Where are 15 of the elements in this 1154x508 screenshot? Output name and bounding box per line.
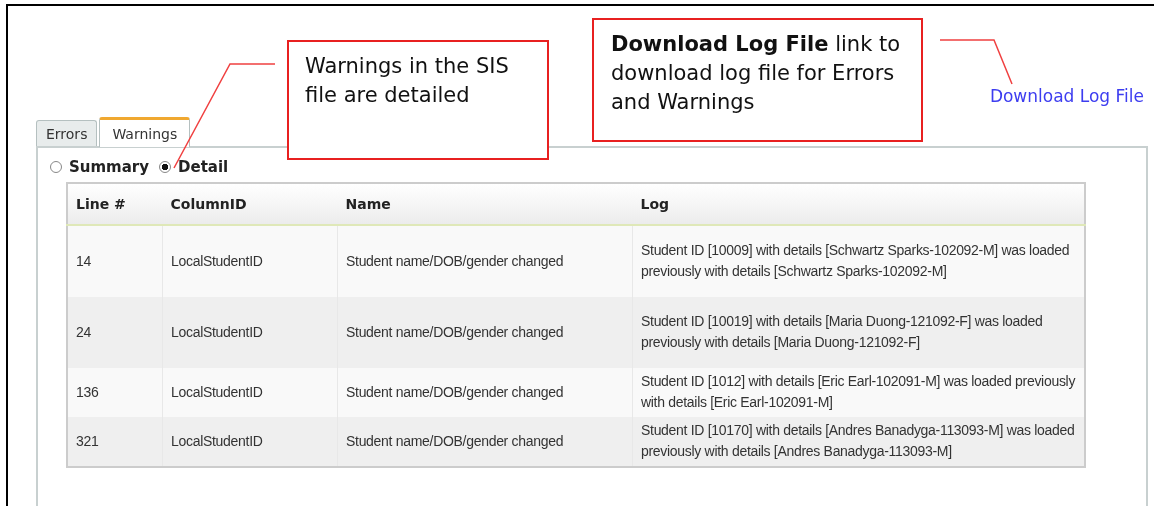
table-cell: Student name/DOB/gender changed xyxy=(337,417,633,467)
column-header: Line # xyxy=(67,183,163,225)
tab[interactable]: Warnings xyxy=(99,117,191,147)
callout-note: Warnings in the SIS file are detailed xyxy=(287,40,549,160)
table-cell: LocalStudentID xyxy=(162,417,338,467)
callout-note: Download Log File link to download log file for Errors and Warnings xyxy=(592,18,923,142)
table-cell: 321 xyxy=(67,417,163,467)
radio-label: Summary xyxy=(69,158,150,176)
column-header: Log xyxy=(632,183,1085,225)
tab[interactable]: Errors xyxy=(36,120,98,146)
column-header: ColumnID xyxy=(162,183,338,225)
column-header: Name xyxy=(337,183,633,225)
table-cell: Student ID [10170] with details [Andres Banadyga-113093-M] was loaded previously with details [Andres Banadyga-113093-M] xyxy=(632,417,1085,467)
download-link[interactable]: Download Log File xyxy=(989,86,1144,110)
radio-label: Detail xyxy=(178,158,229,176)
